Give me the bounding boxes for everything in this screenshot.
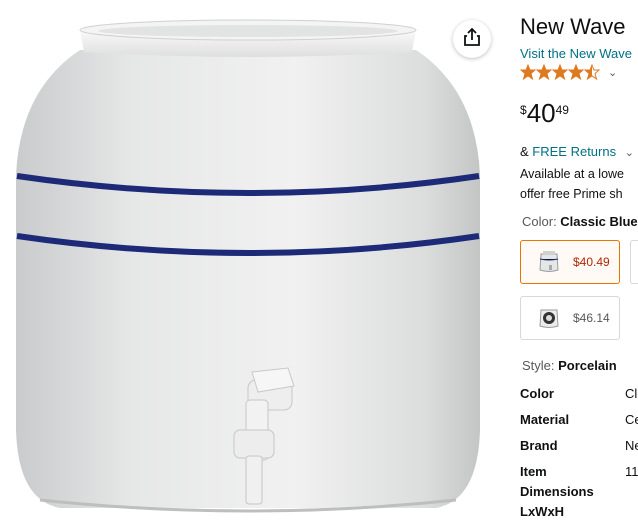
swatch-price: $40.49 xyxy=(573,255,610,269)
color-value: Classic Blue xyxy=(560,214,638,229)
style-label: Style: Porcelain xyxy=(522,358,617,373)
share-icon xyxy=(463,27,481,52)
crock-thumbnail-icon xyxy=(539,309,559,328)
product-image[interactable] xyxy=(0,0,500,526)
price-symbol: $ xyxy=(520,103,527,117)
swatch-price: $46.14 xyxy=(573,311,610,325)
availability-text: Available at a lowe offer free Prime sh xyxy=(520,164,624,204)
share-button[interactable] xyxy=(453,20,491,58)
color-swatch-classic-blue[interactable]: $40.49 xyxy=(520,240,620,284)
chevron-down-icon[interactable]: ⌄ xyxy=(625,147,634,159)
crock-thumbnail-icon xyxy=(539,251,559,272)
availability-line-2: offer free Prime sh xyxy=(520,187,623,201)
spec-value: Ne xyxy=(625,438,638,453)
spec-key: Material xyxy=(520,412,570,427)
spec-value: Cl xyxy=(625,386,638,401)
style-label-prefix: Style: xyxy=(522,358,559,373)
free-returns-link[interactable]: FREE Returns xyxy=(532,144,616,159)
product-title: New Wave xyxy=(520,14,626,39)
color-label: Color: Classic Blue xyxy=(522,214,638,229)
returns-prefix: & xyxy=(520,144,533,159)
price: $ 40 49 xyxy=(520,100,569,126)
chevron-down-icon[interactable]: ⌄ xyxy=(608,66,617,79)
spec-key: Brand xyxy=(520,438,558,453)
visit-store-link[interactable]: Visit the New Wave xyxy=(520,46,632,61)
color-swatch-next[interactable] xyxy=(630,240,638,284)
spec-key: Color xyxy=(520,386,554,401)
returns-line: & FREE Returns ⌄ xyxy=(520,144,634,159)
price-fraction: 49 xyxy=(555,103,569,117)
spec-key: Item Dimensions LxWxH xyxy=(520,464,594,519)
spec-value: 11 xyxy=(625,464,638,479)
price-whole: 40 xyxy=(526,98,556,128)
rating-stars[interactable]: ⌄ xyxy=(520,64,617,80)
style-value: Porcelain xyxy=(558,358,617,373)
color-label-prefix: Color: xyxy=(522,214,561,229)
color-swatch-alt[interactable]: $46.14 xyxy=(520,296,620,340)
star-icon xyxy=(520,64,601,80)
availability-line-1: Available at a lowe xyxy=(520,167,625,181)
spec-value: Ce xyxy=(625,412,638,427)
